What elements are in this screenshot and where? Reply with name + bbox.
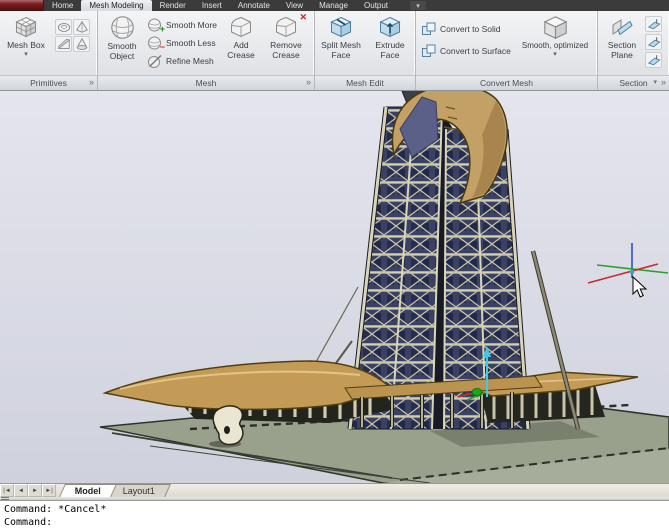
- primitive-flyout-grid: [55, 19, 90, 52]
- add-jog-button[interactable]: [645, 34, 662, 50]
- smooth-more-button[interactable]: + Smooth More: [145, 17, 219, 33]
- panel-mesh-edit: Split Mesh Face Extrude Face Mesh Edit: [315, 11, 416, 90]
- ribbon-minimize-button[interactable]: ▾: [410, 1, 426, 10]
- generate-section-icon: [647, 53, 661, 67]
- plus-badge-icon: +: [160, 25, 165, 34]
- dropdown-arrow-icon: ▾: [553, 52, 557, 57]
- mesh-torus-icon: [57, 20, 71, 34]
- smooth-object-icon: [109, 14, 136, 41]
- panel-section: Section Plane Section ▾ »: [598, 11, 669, 90]
- mesh-wedge-icon: [57, 37, 71, 51]
- extrude-face-icon: [378, 15, 402, 39]
- tab-annotate[interactable]: Annotate: [230, 0, 278, 11]
- dropdown-arrow-icon: ▾: [24, 52, 28, 57]
- tab-render[interactable]: Render: [152, 0, 194, 11]
- splitter-grip-icon: [1, 497, 9, 501]
- smooth-less-button[interactable]: − Smooth Less: [145, 35, 219, 51]
- tab-view[interactable]: View: [278, 0, 311, 11]
- section-plane-button[interactable]: Section Plane: [601, 13, 643, 61]
- refine-mesh-icon: [147, 53, 163, 69]
- panel-expand-icon[interactable]: »: [661, 77, 666, 87]
- smooth-optimized-button[interactable]: Smooth, optimized ▾: [517, 13, 593, 58]
- panel-label-primitives: Primitives »: [0, 75, 97, 90]
- panel-primitives: Mesh Box ▾ Primitives »: [0, 11, 98, 90]
- section-plane-icon: [610, 15, 634, 39]
- tab-layout1[interactable]: Layout1: [107, 484, 171, 497]
- mesh-cone-icon: [75, 37, 89, 51]
- viewport[interactable]: [0, 91, 669, 483]
- panel-mesh: Smooth Object + Smooth More − Smooth Les…: [98, 11, 315, 90]
- refine-mesh-button[interactable]: Refine Mesh: [145, 53, 219, 69]
- autocad-window: Home Mesh Modeling Render Insert Annotat…: [0, 0, 669, 530]
- mesh-pyramid-button[interactable]: [73, 19, 90, 35]
- extrude-face-button[interactable]: Extrude Face: [368, 13, 412, 61]
- mesh-pyramid-icon: [75, 20, 89, 34]
- remove-crease-icon: [274, 15, 298, 39]
- nav-first-icon: |◄: [3, 488, 11, 494]
- convert-to-solid-icon: [421, 21, 437, 37]
- smooth-optimized-icon: [542, 14, 569, 41]
- nav-next-icon: ►: [32, 488, 38, 494]
- panel-label-mesh: Mesh »: [98, 75, 314, 90]
- panel-label-convert-mesh: Convert Mesh: [416, 75, 597, 90]
- minus-badge-icon: −: [160, 43, 165, 52]
- panel-dropdown-icon[interactable]: ▾: [653, 78, 657, 86]
- convert-to-surface-icon: [421, 43, 437, 59]
- add-jog-icon: [647, 35, 661, 49]
- prev-tab-button[interactable]: ◄: [14, 484, 28, 497]
- mesh-wedge-button[interactable]: [55, 36, 72, 52]
- layout-tab-bar: |◄ ◄ ► ►| Model Layout1: [0, 483, 669, 497]
- live-section-icon: [647, 17, 661, 31]
- nav-prev-icon: ◄: [18, 488, 24, 494]
- command-history-line: Command: *Cancel*: [4, 503, 669, 516]
- command-prompt-line[interactable]: Command:: [4, 516, 669, 529]
- split-mesh-face-button[interactable]: Split Mesh Face: [318, 13, 364, 61]
- convert-to-solid-button[interactable]: Convert to Solid: [419, 21, 515, 37]
- smooth-less-icon: −: [147, 35, 163, 51]
- app-logo-fragment[interactable]: [0, 0, 44, 11]
- live-section-button[interactable]: [645, 16, 662, 32]
- split-mesh-face-icon: [329, 15, 353, 39]
- add-crease-button[interactable]: Add Crease: [221, 13, 261, 61]
- panel-convert-mesh: Convert to Solid Convert to Surface Smoo…: [416, 11, 598, 90]
- panel-expand-icon[interactable]: »: [306, 77, 311, 87]
- panel-expand-icon[interactable]: »: [89, 77, 94, 87]
- last-tab-button[interactable]: ►|: [42, 484, 56, 497]
- mesh-box-label: Mesh Box: [7, 41, 45, 51]
- tab-insert[interactable]: Insert: [194, 0, 230, 11]
- nav-last-icon: ►|: [45, 488, 53, 494]
- smooth-more-icon: +: [147, 17, 163, 33]
- remove-crease-button[interactable]: ✕ Remove Crease: [263, 13, 309, 61]
- command-splitter[interactable]: [0, 497, 669, 501]
- next-tab-button[interactable]: ►: [28, 484, 42, 497]
- first-tab-button[interactable]: |◄: [0, 484, 14, 497]
- command-window[interactable]: Command: *Cancel* Command:: [0, 497, 669, 530]
- section-tools-stack: [645, 13, 662, 68]
- command-text-area[interactable]: Command: *Cancel* Command:: [0, 501, 669, 530]
- convert-column: Convert to Solid Convert to Surface: [419, 13, 515, 59]
- tab-output[interactable]: Output: [356, 0, 396, 11]
- smooth-object-button[interactable]: Smooth Object: [101, 13, 143, 62]
- ribbon: Mesh Box ▾ Primitives » Smooth Obj: [0, 11, 669, 91]
- ribbon-tab-bar: Home Mesh Modeling Render Insert Annotat…: [0, 0, 669, 11]
- mesh-torus-button[interactable]: [55, 19, 72, 35]
- generate-section-button[interactable]: [645, 52, 662, 68]
- tab-mesh-modeling[interactable]: Mesh Modeling: [81, 0, 151, 11]
- mesh-box-icon: [14, 15, 38, 39]
- mesh-cone-button[interactable]: [73, 36, 90, 52]
- chevron-down-icon: ▾: [416, 2, 420, 10]
- mesh-smooth-column: + Smooth More − Smooth Less Refine Mesh: [145, 13, 219, 69]
- remove-x-icon: ✕: [299, 13, 307, 22]
- model-space-scene: [0, 91, 669, 483]
- add-crease-icon: [229, 15, 253, 39]
- convert-to-surface-button[interactable]: Convert to Surface: [419, 43, 515, 59]
- panel-label-section: Section ▾ »: [598, 75, 669, 90]
- mesh-box-button[interactable]: Mesh Box ▾: [3, 13, 49, 58]
- tab-model[interactable]: Model: [59, 484, 117, 497]
- tab-home[interactable]: Home: [44, 0, 81, 11]
- tab-manage[interactable]: Manage: [311, 0, 356, 11]
- panel-label-mesh-edit: Mesh Edit: [315, 75, 415, 90]
